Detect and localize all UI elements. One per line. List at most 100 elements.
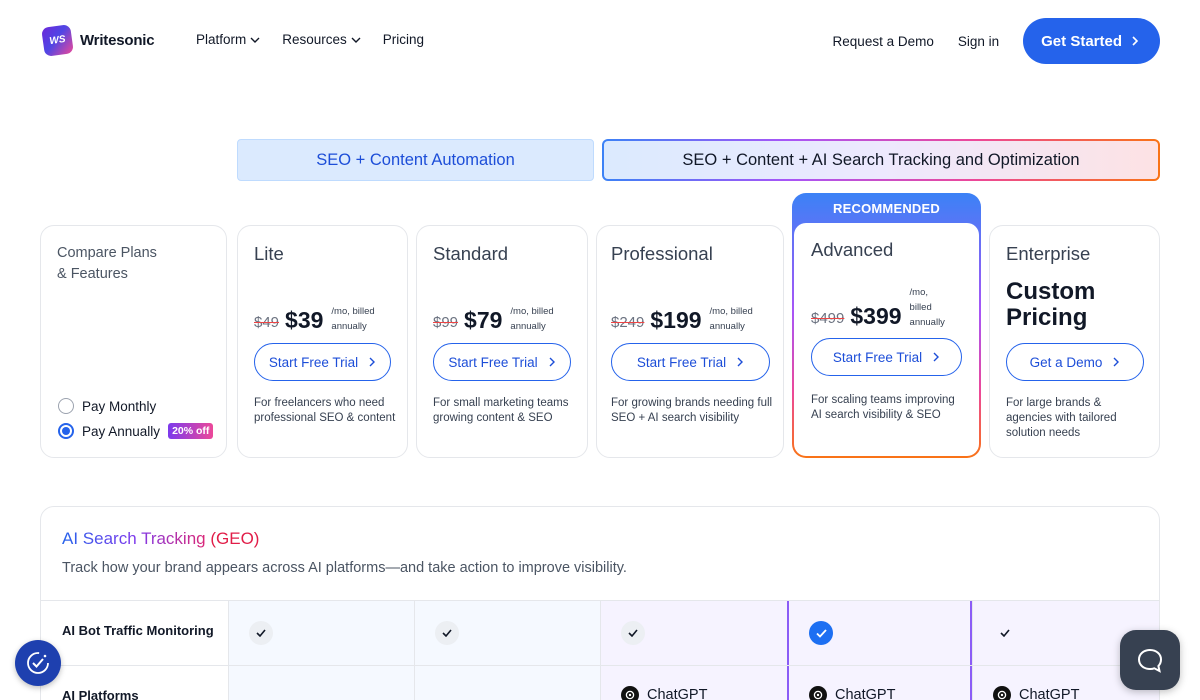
recommended-badge: RECOMMENDED [833, 200, 940, 216]
compare-title-line2: & Features [57, 266, 128, 282]
check-icon [435, 621, 459, 645]
old-price: $499 [811, 310, 845, 327]
price-row: $99 $79 /mo, billed annually [433, 304, 554, 334]
chevron-down-icon [351, 37, 361, 43]
plan-description: For small marketing teams growing content… [433, 397, 569, 424]
row-label-cell: AI Platforms [41, 666, 228, 700]
plan-description: For large brands & agencies with tailored… [1006, 397, 1117, 439]
old-price: $249 [611, 314, 645, 331]
billing-note: /mo, billed annually [909, 287, 945, 328]
table-cell [228, 666, 414, 700]
nav-pricing[interactable]: Pricing [383, 32, 424, 47]
tab-seo-content-automation[interactable]: SEO + Content Automation [237, 139, 594, 181]
check-icon [249, 621, 273, 645]
chat-bubble-icon [1137, 648, 1163, 673]
get-started-button[interactable]: Get Started [1023, 18, 1160, 64]
old-price: $49 [254, 314, 280, 331]
compare-title-line1: Compare Plans [57, 245, 157, 261]
start-free-trial-button[interactable]: Start Free Trial [433, 343, 571, 381]
platform-label: ChatGPT [835, 687, 896, 700]
plan-name: Advanced [811, 239, 894, 260]
plan-card-advanced: RECOMMENDED Advanced $499 $399 /mo, bille… [792, 193, 981, 458]
request-demo-link[interactable]: Request a Demo [833, 34, 934, 49]
start-free-trial-button[interactable]: Start Free Trial [611, 343, 770, 381]
logo-mark-icon: WS [41, 24, 74, 57]
row-label: AI Platforms [62, 688, 139, 700]
platform-label: ChatGPT [1019, 687, 1080, 700]
pay-monthly-option[interactable]: Pay Monthly [58, 398, 156, 414]
plan-name: Enterprise [1006, 243, 1091, 264]
tab-seo-content-ai-search[interactable]: SEO + Content + AI Search Tracking and O… [602, 139, 1160, 181]
platform-label: ChatGPT [647, 687, 708, 700]
billing-note: /mo, billed annually [331, 306, 375, 332]
cookie-settings-button[interactable] [15, 640, 61, 686]
header-actions: Request a Demo Sign in Get Started [833, 18, 1160, 64]
cta-label: Get a Demo [1029, 354, 1103, 370]
chevron-right-icon [1113, 357, 1120, 367]
cta-label: Start Free Trial [832, 349, 923, 365]
check-icon [809, 621, 833, 645]
advanced-card-body: Advanced $499 $399 /mo, billed annually St… [794, 223, 979, 456]
start-free-trial-button[interactable]: Start Free Trial [254, 343, 391, 381]
plan-card-standard: Standard $99 $79 /mo, billed annually Sta… [416, 225, 588, 458]
pay-monthly-label: Pay Monthly [82, 398, 157, 414]
table-cell: ChatGPT [787, 666, 972, 700]
plan-name: Standard [433, 243, 509, 264]
row-label-cell: AI Bot Traffic Monitoring [41, 601, 228, 666]
plan-name: Professional [611, 243, 713, 264]
row-label: AI Bot Traffic Monitoring [62, 623, 214, 638]
current-price: $79 [464, 307, 503, 333]
nav-platform[interactable]: Platform [196, 32, 260, 47]
logo[interactable]: WS Writesonic [41, 24, 155, 57]
chevron-down-icon [250, 37, 260, 43]
plan-description: For growing brands needing full SEO + AI … [611, 397, 773, 424]
nav-resources-label: Resources [282, 32, 347, 47]
compare-plans-card: Compare Plans & Features Pay Monthly Pay… [40, 225, 227, 458]
table-cell [600, 601, 787, 666]
nav-resources[interactable]: Resources [282, 32, 361, 47]
sign-in-link[interactable]: Sign in [958, 34, 999, 49]
chevron-right-icon [1132, 36, 1139, 46]
chevron-right-icon [737, 357, 744, 367]
plan-card-lite: Lite $49 $39 /mo, billed annually Start F… [237, 225, 408, 458]
openai-icon [993, 686, 1011, 700]
site-header: WS Writesonic Platform Resources Pricing… [0, 0, 1200, 82]
cta-label: Start Free Trial [448, 354, 538, 370]
price-row: $249 $199 /mo, billed annually [611, 304, 753, 334]
chevron-right-icon [549, 357, 555, 367]
compare-plans-title: Compare Plans & Features [57, 243, 157, 285]
chat-button[interactable] [1120, 630, 1180, 690]
openai-icon [809, 686, 827, 700]
section-title: AI Search Tracking (GEO) [62, 529, 259, 549]
current-price: $399 [850, 303, 902, 329]
platform-chatgpt: ChatGPT [809, 686, 895, 700]
cookie-settings-icon [27, 652, 49, 674]
cta-label: Start Free Trial [636, 354, 727, 370]
pay-annually-label: Pay Annually [82, 423, 161, 439]
chevron-right-icon [369, 357, 376, 367]
current-price: $199 [650, 307, 702, 333]
platform-chatgpt: ChatGPT [621, 686, 707, 700]
openai-icon [621, 686, 639, 700]
cta-label: Start Free Trial [268, 354, 359, 370]
main-nav: Platform Resources Pricing [196, 32, 424, 47]
check-icon [993, 621, 1017, 645]
plan-card-professional: Professional $249 $199 /mo, billed annual… [596, 225, 784, 458]
get-a-demo-button[interactable]: Get a Demo [1006, 343, 1144, 381]
old-price: $99 [433, 314, 459, 331]
pay-annually-option[interactable]: Pay Annually 20% off [58, 423, 214, 439]
price-row: $499 $399 /mo, billed annually [811, 285, 945, 330]
pay-monthly-radio[interactable] [58, 398, 74, 414]
logo-text: Writesonic [80, 32, 155, 49]
discount-badge: 20% off [168, 423, 214, 439]
plan-name: Lite [254, 243, 284, 264]
platform-chatgpt: ChatGPT [993, 686, 1079, 700]
billing-note: /mo, billed annually [510, 306, 554, 332]
table-cell: ChatGPT [600, 666, 787, 700]
check-icon [621, 621, 645, 645]
plan-card-enterprise: Enterprise Custom Pricing Get a Demo For … [989, 225, 1160, 458]
table-cell [414, 666, 600, 700]
pay-annually-radio[interactable] [58, 423, 74, 439]
chevron-right-icon [933, 352, 940, 362]
start-free-trial-button[interactable]: Start Free Trial [811, 338, 962, 376]
